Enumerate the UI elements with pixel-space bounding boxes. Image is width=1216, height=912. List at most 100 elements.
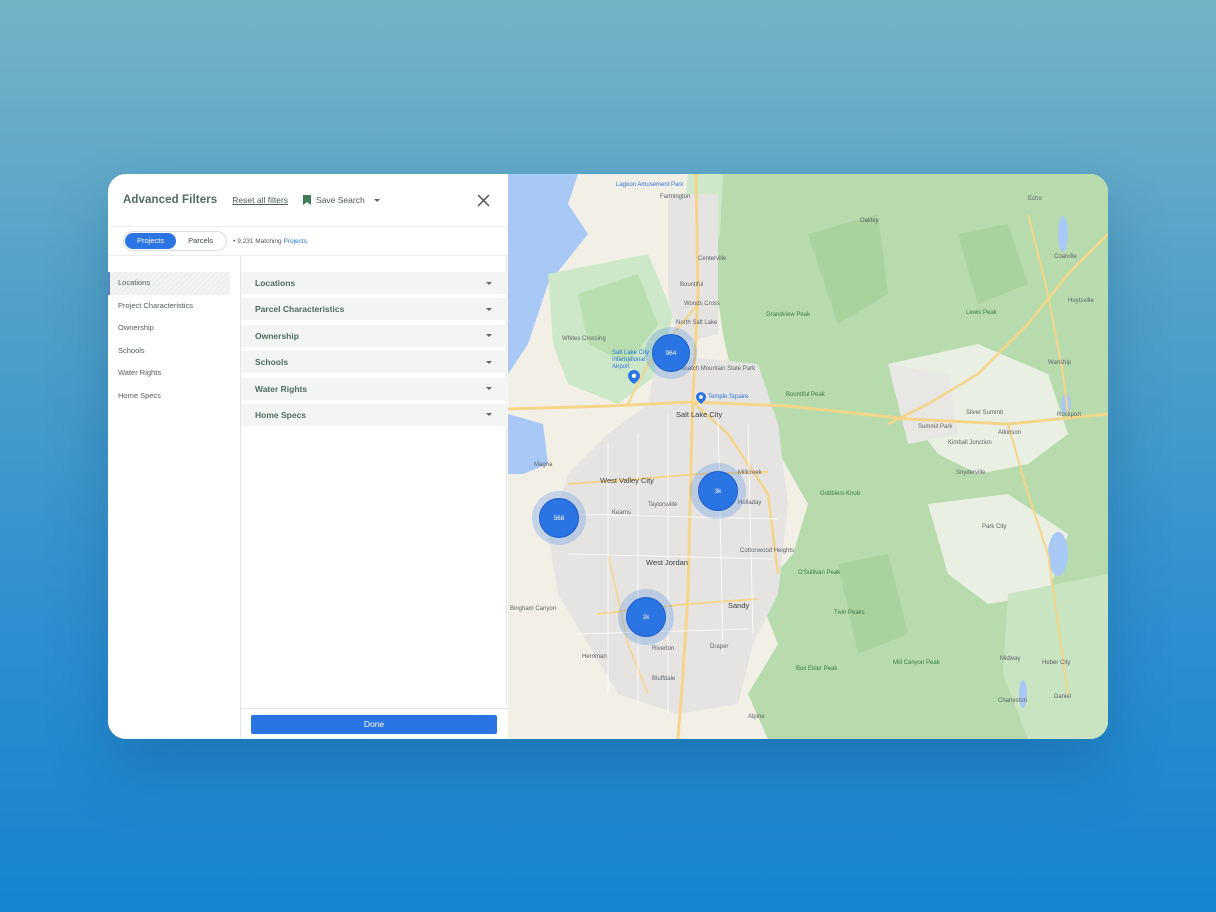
map-label-place: Farmington <box>660 194 691 200</box>
map-label-peak: O'Sullivan Peak <box>798 570 841 576</box>
map-label-place: Temple Square <box>708 394 749 400</box>
done-button[interactable]: Done <box>251 715 497 734</box>
map-label-place: Herriman <box>582 654 607 660</box>
map-label-place: Kimball Junction <box>948 440 992 446</box>
map-label-place: Bluffdale <box>652 676 676 682</box>
chevron-down-icon <box>486 360 492 364</box>
result-type-toggle: Projects Parcels <box>123 231 228 251</box>
matching-projects-link[interactable]: Projects <box>283 238 306 245</box>
chevron-down-icon <box>486 413 492 417</box>
section-label: Home Specs <box>255 409 307 420</box>
map-cluster[interactable]: 2k <box>618 589 674 645</box>
map-label-place: Coalville <box>1054 254 1077 260</box>
map-label-place: Echo <box>1028 196 1042 202</box>
sidebar-item-home-specs[interactable]: Home Specs <box>108 385 230 408</box>
filter-panel: Advanced Filters Reset all filters Save … <box>108 174 508 739</box>
map-label-city: Salt Lake City <box>676 410 723 419</box>
section-water-rights[interactable]: Water Rights <box>241 377 507 400</box>
sidebar-item-project-characteristics[interactable]: Project Characteristics <box>108 295 230 318</box>
section-label: Water Rights <box>255 383 308 394</box>
projects-toggle[interactable]: Projects <box>125 233 177 249</box>
section-locations[interactable]: Locations <box>241 272 507 294</box>
chevron-down-icon <box>373 198 380 202</box>
cluster-count: 2k <box>626 597 666 637</box>
temple-pin-icon <box>696 392 706 404</box>
map-label-place: Lagoon Amusement Park <box>616 182 684 188</box>
cluster-count: 568 <box>539 498 579 538</box>
map-label-place: Centerville <box>698 256 727 262</box>
map-label-place: Park City <box>982 524 1007 530</box>
filter-sidebar: Locations Project Characteristics Owners… <box>108 256 241 739</box>
map-cluster[interactable]: 568 <box>532 491 586 545</box>
result-type-row: Projects Parcels • 9,231 Matching Projec… <box>108 226 508 256</box>
panel-header: Advanced Filters Reset all filters Save … <box>108 174 508 226</box>
sidebar-item-water-rights[interactable]: Water Rights <box>108 362 230 385</box>
map-label-place: Cottonwood Heights <box>740 548 795 554</box>
map-label-peak: Bountiful Peak <box>786 392 825 398</box>
map-label-peak: Mill Canyon Peak <box>893 660 940 666</box>
section-ownership[interactable]: Ownership <box>241 324 507 347</box>
map-label-place: Rockport <box>1057 412 1082 418</box>
map-label-place: Riverton <box>652 646 675 652</box>
airport-pin-icon <box>628 370 640 384</box>
map-label-place: Daniel <box>1054 694 1072 700</box>
matching-count-text: • 9,231 Matching <box>233 237 282 245</box>
map-label-place: Kearns <box>612 510 632 516</box>
section-label: Ownership <box>255 330 299 341</box>
section-label: Locations <box>255 278 296 288</box>
map-label-place: Charleston <box>998 698 1028 704</box>
map-label-place: Woods Cross <box>684 301 720 307</box>
map-cluster[interactable]: 3k <box>690 463 746 519</box>
map-label-airport: Salt Lake City International Airport <box>612 350 650 370</box>
chevron-down-icon <box>486 307 492 311</box>
filter-sections: Locations Parcel Characteristics Ownersh… <box>241 272 507 430</box>
section-label: Schools <box>255 357 289 368</box>
map-label-place: Wanship <box>1048 360 1072 366</box>
reset-filters-link[interactable]: Reset all filters <box>232 195 288 205</box>
map-label-peak: Gobblers Knob <box>820 491 861 497</box>
section-label: Parcel Characteristics <box>255 304 345 315</box>
map-label-city: West Valley City <box>600 476 654 485</box>
section-home-specs[interactable]: Home Specs <box>241 403 507 426</box>
map-label-city: West Jordan <box>646 558 688 567</box>
section-parcel-characteristics[interactable]: Parcel Characteristics <box>241 298 507 321</box>
advanced-filters-modal: Advanced Filters Reset all filters Save … <box>108 174 1108 739</box>
save-search-label: Save Search <box>316 195 365 205</box>
map-label-place: Snyderville <box>956 470 986 476</box>
map-label-place: Taylorsville <box>648 502 678 508</box>
sidebar-item-locations[interactable]: Locations <box>108 272 230 295</box>
map-label-place: Summit Park <box>918 424 953 430</box>
save-search-button[interactable]: Save Search <box>303 195 380 205</box>
map-label-place: Bountiful <box>680 282 704 288</box>
chevron-down-icon <box>486 281 492 285</box>
map-label-city: Sandy <box>728 601 750 610</box>
map-label-peak: Box Elder Peak <box>796 666 838 672</box>
map-view[interactable]: Grandview Peak Lewis Peak Bountiful Peak… <box>508 174 1108 739</box>
map-label-place: Bingham Canyon <box>510 606 557 612</box>
sidebar-item-ownership[interactable]: Ownership <box>108 317 230 340</box>
section-schools[interactable]: Schools <box>241 351 507 374</box>
map-label-place: Heber City <box>1042 660 1071 666</box>
close-icon[interactable] <box>477 194 490 207</box>
cluster-count: 3k <box>698 471 738 511</box>
matching-count: • 9,231 Matching Projects <box>233 238 307 245</box>
map-label-place: Whites Crossing <box>562 336 606 342</box>
map-label-place: Draper <box>710 644 729 650</box>
map-label-peak: Lewis Peak <box>966 310 997 316</box>
map-label-place: North Salt Lake <box>676 320 718 326</box>
filter-content: Locations Parcel Characteristics Ownersh… <box>241 256 508 739</box>
map-label-place: Hoytsville <box>1068 298 1094 304</box>
bookmark-icon <box>303 195 312 205</box>
map-label-peak: Grandview Peak <box>766 312 811 318</box>
map-label-place: Silver Summit <box>966 410 1004 416</box>
panel-title: Advanced Filters <box>123 194 218 206</box>
map-label-place: Midway <box>1000 656 1021 662</box>
chevron-down-icon <box>486 387 492 391</box>
map-label-place: Oakley <box>860 218 879 224</box>
map-label-peak: Twin Peaks <box>834 610 865 616</box>
parcels-toggle[interactable]: Parcels <box>176 233 225 249</box>
panel-footer: Done <box>241 708 508 739</box>
chevron-down-icon <box>486 334 492 338</box>
sidebar-item-schools[interactable]: Schools <box>108 340 230 363</box>
map-label-place: Magna <box>534 462 553 468</box>
